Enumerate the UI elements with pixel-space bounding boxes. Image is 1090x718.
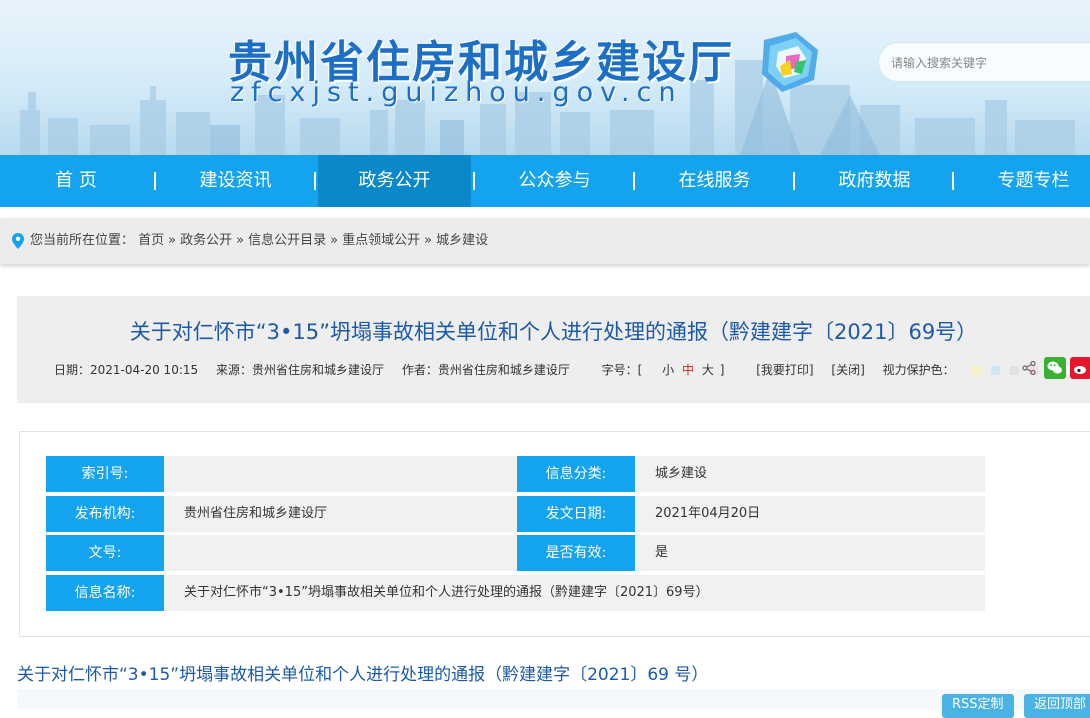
breadcrumb-key-areas[interactable]: 重点领域公开 xyxy=(342,233,420,248)
nav-item-gov-affairs[interactable]: 政务公开 xyxy=(318,155,471,207)
eye-color-swatch[interactable] xyxy=(972,366,982,375)
eye-color-swatch[interactable] xyxy=(991,366,1001,375)
font-small-button[interactable]: 小 xyxy=(662,363,674,377)
article-header: 关于对仁怀市“3•15”坍塌事故相关单位和个人进行处理的通报（黔建建字〔2021… xyxy=(17,296,1090,403)
location-pin-icon xyxy=(12,233,24,249)
publisher-value: 贵州省住房和城乡建设厅 xyxy=(164,496,517,532)
rss-button[interactable]: RSS定制 xyxy=(942,694,1014,718)
doc-number-value xyxy=(164,535,517,571)
category-label: 信息分类: xyxy=(517,456,642,492)
breadcrumb-info-catalog[interactable]: 信息公开目录 xyxy=(248,233,326,248)
main-nav: 首 页 建设资讯 政务公开 公众参与 在线服务 政府数据 专题专栏 xyxy=(0,155,1090,207)
breadcrumb-urban-rural[interactable]: 城乡建设 xyxy=(436,233,488,248)
info-name-value: 关于对仁怀市“3•15”坍塌事故相关单位和个人进行处理的通报（黔建建字〔2021… xyxy=(164,575,985,611)
validity-value: 是 xyxy=(635,535,985,571)
back-to-top-button[interactable]: 返回顶部 xyxy=(1024,694,1090,718)
search-box[interactable] xyxy=(878,42,1090,83)
search-input[interactable] xyxy=(889,43,1090,83)
eye-color-swatch[interactable] xyxy=(1010,366,1020,375)
nav-separator xyxy=(952,172,954,190)
info-name-label: 信息名称: xyxy=(46,575,171,611)
nav-separator xyxy=(473,172,475,190)
print-button[interactable]: [我要打印] xyxy=(756,363,813,377)
nav-separator xyxy=(314,172,316,190)
breadcrumb-gov-affairs[interactable]: 政务公开 xyxy=(180,233,232,248)
issue-date-value: 2021年04月20日 xyxy=(635,496,985,532)
weibo-icon[interactable] xyxy=(1070,357,1090,383)
publish-date: 日期：2021-04-20 10:15 xyxy=(54,363,199,377)
nav-separator xyxy=(154,172,156,190)
article-author: 作者：贵州省住房和城乡建设厅 xyxy=(401,363,570,377)
validity-label: 是否有效: xyxy=(517,535,642,571)
font-size-control: 字号：[ 小 中 大 ] xyxy=(601,363,725,377)
breadcrumb-prefix: 您当前所在位置： xyxy=(30,233,135,248)
doc-number-label: 文号: xyxy=(46,535,171,571)
close-button[interactable]: [关闭] xyxy=(831,363,864,377)
nav-item-online-services[interactable]: 在线服务 xyxy=(637,155,792,207)
eye-protect-label: 视力保护色： xyxy=(882,363,955,377)
nav-item-special-topics[interactable]: 专题专栏 xyxy=(956,155,1090,207)
site-logo-icon xyxy=(762,32,818,92)
article-body-title: 关于对仁怀市“3•15”坍塌事故相关单位和个人进行处理的通报（黔建建字〔2021… xyxy=(17,665,709,685)
nav-item-news[interactable]: 建设资讯 xyxy=(158,155,313,207)
font-large-button[interactable]: 大 xyxy=(702,363,714,377)
font-medium-button[interactable]: 中 xyxy=(682,363,694,377)
wechat-icon[interactable] xyxy=(1044,357,1066,383)
index-value xyxy=(164,456,517,492)
article-source: 来源：贵州省住房和城乡建设厅 xyxy=(215,363,384,377)
issue-date-label: 发文日期: xyxy=(517,496,642,532)
publisher-label: 发布机构: xyxy=(46,496,171,532)
site-header: 贵州省住房和城乡建设厅 zfcxjst.guizhou.gov.cn xyxy=(0,0,1090,155)
article-body-area xyxy=(17,689,1090,709)
breadcrumb: 您当前所在位置： 首页» 政务公开» 信息公开目录» 重点领域公开» 城乡建设 xyxy=(0,218,1090,264)
article-title: 关于对仁怀市“3•15”坍塌事故相关单位和个人进行处理的通报（黔建建字〔2021… xyxy=(129,320,978,344)
share-icon[interactable] xyxy=(1022,360,1036,379)
breadcrumb-home[interactable]: 首页 xyxy=(138,233,164,248)
nav-item-public-participation[interactable]: 公众参与 xyxy=(477,155,632,207)
nav-separator xyxy=(793,172,795,190)
category-value: 城乡建设 xyxy=(635,456,985,492)
index-label: 索引号: xyxy=(46,456,171,492)
nav-item-home[interactable]: 首 页 xyxy=(0,155,152,207)
nav-separator xyxy=(633,172,635,190)
site-domain: zfcxjst.guizhou.gov.cn xyxy=(230,77,683,108)
nav-item-gov-data[interactable]: 政府数据 xyxy=(797,155,952,207)
article-meta: 日期：2021-04-20 10:15 来源：贵州省住房和城乡建设厅 作者：贵州… xyxy=(54,361,1076,378)
info-disclosure-table: 索引号: 信息分类: 城乡建设 发布机构: 贵州省住房和城乡建设厅 发文日期: … xyxy=(19,431,1090,637)
